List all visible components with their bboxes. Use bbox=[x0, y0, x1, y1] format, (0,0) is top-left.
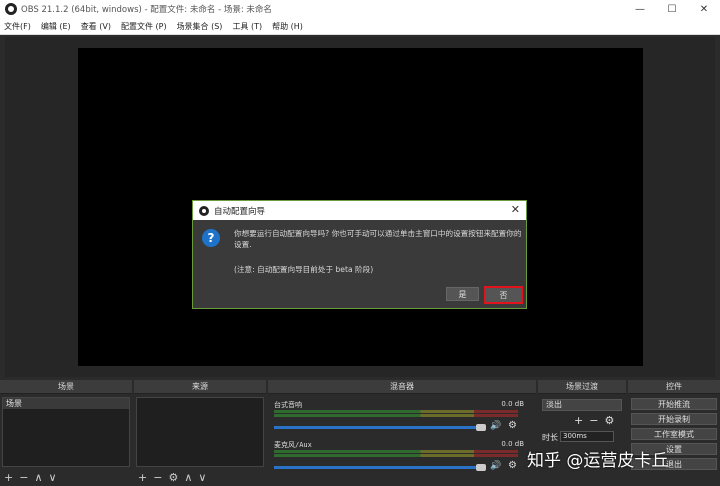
scenes-header: 场景 bbox=[0, 380, 132, 394]
obs-main-window: OBS 21.1.2 (64bit, windows) - 配置文件: 未命名 … bbox=[0, 0, 720, 486]
menu-profile[interactable]: 配置文件 (P) bbox=[121, 21, 167, 32]
add-transition-button[interactable]: + bbox=[574, 414, 583, 427]
dialog-title: 自动配置向导 bbox=[214, 206, 266, 217]
sources-toolbar: + − ⚙ ∧ ∨ bbox=[138, 470, 206, 484]
transitions-header: 场景过渡 bbox=[538, 380, 626, 394]
yes-button[interactable]: 是 bbox=[446, 287, 479, 301]
volume-meter bbox=[274, 410, 518, 413]
remove-transition-button[interactable]: − bbox=[589, 414, 598, 427]
speaker-icon[interactable]: 🔊 bbox=[490, 461, 501, 471]
gear-icon[interactable]: ⚙ bbox=[168, 471, 178, 484]
volume-slider-knob[interactable] bbox=[476, 424, 486, 431]
move-down-icon[interactable]: ∨ bbox=[198, 471, 206, 484]
close-button[interactable]: ✕ bbox=[688, 0, 720, 18]
volume-slider[interactable] bbox=[274, 426, 484, 429]
studio-mode-button[interactable]: 工作室模式 bbox=[631, 428, 717, 440]
scenes-dock: 场景 场景 + − ∧ ∨ bbox=[0, 380, 132, 486]
add-scene-button[interactable]: + bbox=[4, 471, 13, 484]
menu-bar: 文件(F) 编辑 (E) 查看 (V) 配置文件 (P) 场景集合 (S) 工具… bbox=[0, 18, 720, 35]
mixer-channel-mic: 麦克风/Aux 0.0 dB 🔊 ⚙ bbox=[274, 440, 530, 474]
sources-list[interactable] bbox=[136, 397, 264, 467]
start-recording-button[interactable]: 开始录制 bbox=[631, 413, 717, 425]
duration-label: 时长 bbox=[542, 433, 558, 442]
mixer-header: 混音器 bbox=[268, 380, 536, 394]
scenes-list[interactable]: 场景 bbox=[2, 397, 130, 467]
volume-slider[interactable] bbox=[274, 466, 484, 469]
transition-select[interactable]: 淡出 bbox=[542, 399, 622, 411]
menu-help[interactable]: 帮助 (H) bbox=[272, 21, 303, 32]
menu-tools[interactable]: 工具 (T) bbox=[232, 21, 262, 32]
dialog-message: 你想要运行自动配置向导吗? 你也可手动可以通过单击主窗口中的设置按钮来配置你的设… bbox=[234, 229, 522, 249]
menu-scene-collection[interactable]: 场景集合 (S) bbox=[177, 21, 223, 32]
mixer-dock: 混音器 台式音响 0.0 dB 🔊 ⚙ 麦克风/Aux 0.0 dB 🔊 ⚙ bbox=[268, 380, 536, 486]
auto-config-dialog: 自动配置向导 ✕ ? 你想要运行自动配置向导吗? 你也可手动可以通过单击主窗口中… bbox=[192, 200, 527, 309]
scenes-toolbar: + − ∧ ∨ bbox=[4, 470, 57, 484]
menu-file[interactable]: 文件(F) bbox=[4, 21, 31, 32]
question-icon: ? bbox=[202, 229, 220, 247]
minimize-button[interactable]: — bbox=[624, 0, 656, 18]
sources-header: 来源 bbox=[134, 380, 266, 394]
mixer-channel-desktop: 台式音响 0.0 dB 🔊 ⚙ bbox=[274, 400, 530, 434]
gear-icon[interactable]: ⚙ bbox=[508, 460, 517, 471]
menu-view[interactable]: 查看 (V) bbox=[81, 21, 111, 32]
channel-name: 麦克风/Aux bbox=[274, 441, 312, 449]
window-controls: — ☐ ✕ bbox=[624, 0, 720, 18]
window-title: OBS 21.1.2 (64bit, windows) - 配置文件: 未命名 … bbox=[21, 5, 272, 15]
title-bar: OBS 21.1.2 (64bit, windows) - 配置文件: 未命名 … bbox=[0, 0, 720, 18]
move-up-icon[interactable]: ∧ bbox=[184, 471, 192, 484]
menu-edit[interactable]: 编辑 (E) bbox=[41, 21, 71, 32]
scene-item[interactable]: 场景 bbox=[3, 398, 129, 409]
remove-source-button[interactable]: − bbox=[153, 471, 162, 484]
start-streaming-button[interactable]: 开始推流 bbox=[631, 398, 717, 410]
controls-header: 控件 bbox=[628, 380, 720, 394]
add-source-button[interactable]: + bbox=[138, 471, 147, 484]
channel-db: 0.0 dB bbox=[501, 440, 524, 448]
remove-scene-button[interactable]: − bbox=[19, 471, 28, 484]
gear-icon[interactable]: ⚙ bbox=[508, 420, 517, 431]
channel-name: 台式音响 bbox=[274, 401, 302, 409]
speaker-icon[interactable]: 🔊 bbox=[490, 421, 501, 431]
dialog-note: (注意: 自动配置向导目前处于 beta 阶段) bbox=[234, 265, 374, 274]
obs-logo-icon bbox=[199, 205, 209, 216]
duration-input[interactable]: 300ms bbox=[560, 431, 614, 442]
move-down-icon[interactable]: ∨ bbox=[49, 471, 57, 484]
volume-meter bbox=[274, 454, 518, 457]
maximize-button[interactable]: ☐ bbox=[656, 0, 688, 18]
transitions-toolbar: + − ⚙ bbox=[574, 414, 614, 427]
gear-icon[interactable]: ⚙ bbox=[604, 414, 614, 427]
dialog-title-bar: 自动配置向导 ✕ bbox=[193, 201, 526, 220]
move-up-icon[interactable]: ∧ bbox=[34, 471, 42, 484]
channel-db: 0.0 dB bbox=[501, 400, 524, 408]
watermark: 知乎 @运营皮卡丘 bbox=[527, 451, 669, 471]
volume-meter bbox=[274, 414, 518, 417]
dialog-close-button[interactable]: ✕ bbox=[511, 203, 520, 216]
no-button[interactable]: 否 bbox=[484, 286, 523, 304]
obs-logo-icon bbox=[5, 3, 17, 15]
sources-dock: 来源 + − ⚙ ∧ ∨ bbox=[134, 380, 266, 486]
volume-slider-knob[interactable] bbox=[476, 464, 486, 471]
volume-meter bbox=[274, 450, 518, 453]
